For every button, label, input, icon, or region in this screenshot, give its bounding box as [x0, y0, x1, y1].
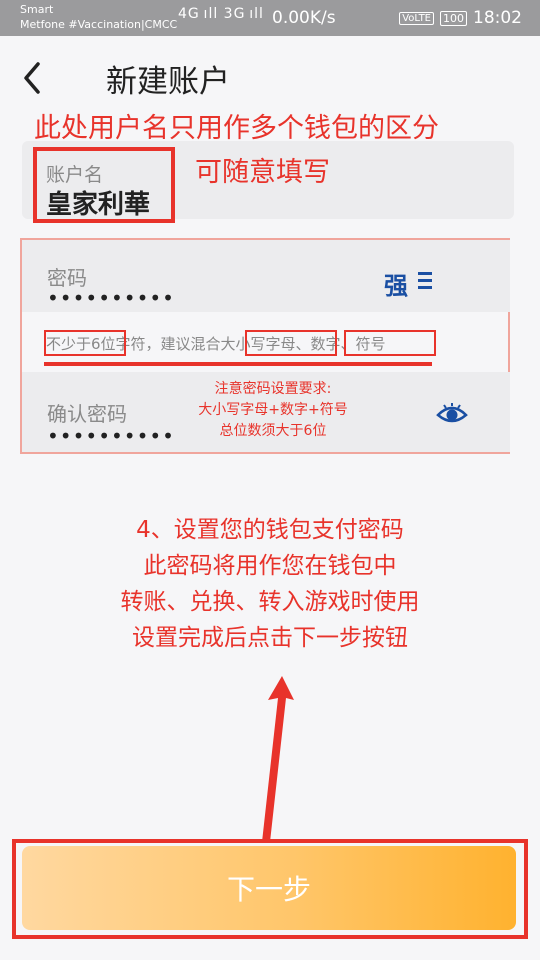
status-bar: Smart Metfone #Vaccination|CMCC 4G ıll 3… — [0, 0, 540, 36]
account-name-value[interactable]: 皇家利華 — [46, 184, 150, 221]
confirm-password-label: 确认密码 — [47, 402, 127, 426]
annotation-username-note-2: 可随意填写 — [195, 157, 330, 188]
annotation-arrow-icon — [248, 670, 308, 850]
annotation-password-requirement: 注意密码设置要求: 大小写字母+数字+符号 总位数须大于6位 — [180, 379, 366, 442]
eye-icon[interactable] — [436, 402, 468, 426]
annotation-username-note: 此处用户名只用作多个钱包的区分 — [34, 113, 439, 144]
annotation-line: 大小写字母+数字+符号 — [198, 402, 348, 418]
carrier-name: Smart — [20, 3, 54, 16]
volte-badge: VoLTE — [399, 11, 434, 25]
annotation-line: 转账、兑换、转入游戏时使用 — [120, 589, 420, 615]
next-step-button[interactable]: 下一步 — [22, 846, 516, 930]
back-button[interactable] — [18, 58, 48, 98]
annotation-line: 总位数须大于6位 — [219, 423, 327, 439]
annotation-hint-box — [245, 330, 337, 356]
annotation-hint-box — [44, 330, 126, 356]
annotation-line: 此密码将用作您在钱包中 — [143, 553, 397, 579]
signal-icon: 4G ıll 3G ıll — [178, 6, 264, 22]
password-strength: 强 — [384, 272, 408, 300]
page-title: 新建账户 — [106, 64, 230, 100]
annotation-underline — [44, 362, 432, 366]
chevron-left-icon — [24, 62, 40, 94]
annotation-line: 4、设置您的钱包支付密码 — [136, 517, 404, 543]
confirm-password-input[interactable]: •••••••••• — [47, 424, 175, 448]
annotation-instructions: 4、设置您的钱包支付密码 此密码将用作您在钱包中 转账、兑换、转入游戏时使用 设… — [40, 512, 500, 656]
account-name-label: 账户名 — [46, 164, 104, 186]
annotation-hint-box — [344, 330, 436, 356]
annotation-line: 注意密码设置要求: — [214, 381, 332, 397]
annotation-line: 设置完成后点击下一步按钮 — [132, 625, 408, 651]
network-speed: 0.00K/s — [272, 8, 336, 28]
clock: 18:02 — [473, 8, 522, 28]
battery-icon: 100 — [440, 10, 467, 26]
password-input[interactable]: •••••••••• — [47, 286, 175, 310]
carrier-subtitle: Metfone #Vaccination|CMCC — [20, 18, 178, 31]
status-right: VoLTE 100 18:02 — [399, 8, 522, 28]
menu-lines-icon — [418, 272, 434, 290]
